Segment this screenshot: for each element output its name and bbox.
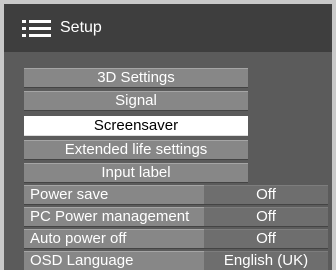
setting-value[interactable]: Off xyxy=(204,207,328,227)
setting-row-power-save[interactable]: Power save Off xyxy=(24,185,328,205)
menu-item-input-label[interactable]: Input label xyxy=(24,163,248,183)
setting-row-pc-power-management[interactable]: PC Power management Off xyxy=(24,207,328,227)
menu-list-icon xyxy=(22,19,52,37)
setting-label: Power save xyxy=(24,185,204,205)
setting-label: OSD Language xyxy=(24,251,204,270)
menu-item-signal[interactable]: Signal xyxy=(24,91,248,111)
menu-title: Setup xyxy=(60,19,102,36)
menu-item-screensaver[interactable]: Screensaver xyxy=(24,116,248,136)
setting-label: PC Power management xyxy=(24,207,204,227)
setting-value[interactable]: Off xyxy=(204,185,328,205)
menu-item-extended-life-settings[interactable]: Extended life settings xyxy=(24,140,248,160)
setting-row-auto-power-off[interactable]: Auto power off Off xyxy=(24,229,328,249)
menu-title-bar: Setup xyxy=(4,4,332,52)
setting-label: Auto power off xyxy=(24,229,204,249)
setting-row-osd-language[interactable]: OSD Language English (UK) xyxy=(24,251,328,270)
menu-item-3d-settings[interactable]: 3D Settings xyxy=(24,68,248,88)
setting-value[interactable]: English (UK) xyxy=(204,251,328,270)
setting-value[interactable]: Off xyxy=(204,229,328,249)
